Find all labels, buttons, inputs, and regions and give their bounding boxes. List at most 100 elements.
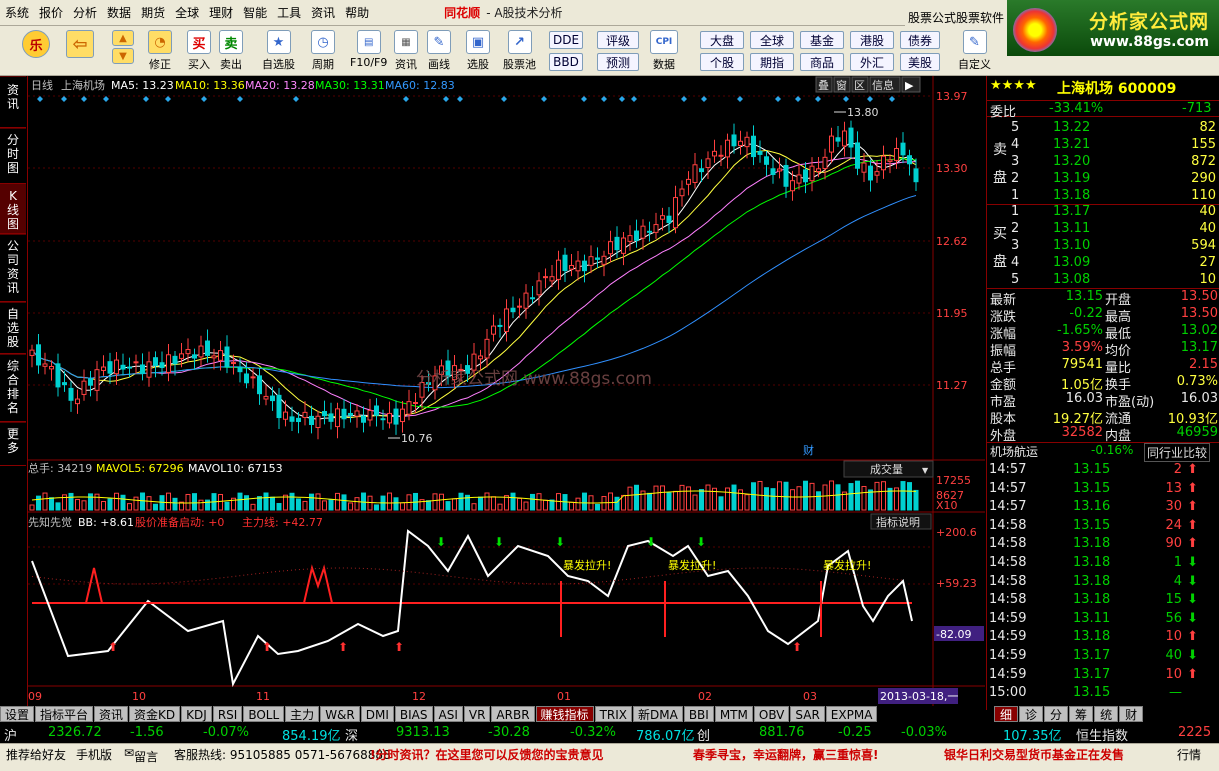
menu-item[interactable]: 理财 bbox=[204, 4, 238, 21]
indicator-tab[interactable]: W&R bbox=[320, 706, 360, 722]
custom-button[interactable]: ✎ 自定义 bbox=[958, 30, 991, 72]
indicator-tab[interactable]: BOLL bbox=[243, 706, 285, 722]
us-stock-button[interactable]: 美股 bbox=[900, 53, 940, 71]
ad-label[interactable]: 股票公式股票软件 bbox=[904, 9, 1007, 27]
sell-order-row[interactable]: 5 13.22 82 bbox=[987, 120, 1219, 137]
indicator-tab[interactable]: 新DMA bbox=[633, 706, 683, 722]
stock-select-button[interactable]: ▣ 选股 bbox=[466, 30, 490, 72]
dde-button[interactable]: DDE bbox=[549, 31, 583, 49]
draw-button[interactable]: ✎ 画线 bbox=[427, 30, 451, 72]
buy-order-row[interactable]: 3 13.10 594 bbox=[987, 238, 1219, 255]
window-button[interactable]: 窗 bbox=[833, 76, 851, 93]
forecast-button[interactable]: 预测 bbox=[597, 53, 639, 71]
menu-item[interactable]: 系统 bbox=[0, 4, 34, 21]
message-link[interactable]: ✉ 留言 bbox=[124, 746, 158, 764]
recommend-link[interactable]: 推荐给好友 bbox=[6, 746, 66, 763]
period-button[interactable]: ◷ 周期 bbox=[311, 30, 335, 72]
bbd-button[interactable]: BBD bbox=[549, 53, 583, 71]
sell-order-row[interactable]: 4 13.21 155 bbox=[987, 137, 1219, 154]
indicator-tab[interactable]: 资金KD bbox=[129, 706, 181, 722]
left-tab-timeshare[interactable]: 分时图 bbox=[0, 128, 26, 184]
indicator-tab[interactable]: 设置 bbox=[0, 706, 35, 722]
correct-button[interactable]: ◔ 修正 bbox=[148, 30, 172, 72]
indicator-tab[interactable]: 主力 bbox=[285, 706, 320, 722]
left-tab-company-news[interactable]: 公司资讯 bbox=[0, 234, 26, 302]
menu-item[interactable]: 帮助 bbox=[340, 4, 374, 21]
indicator-tab[interactable]: OBV bbox=[753, 706, 790, 722]
news-button[interactable]: ▦ 资讯 bbox=[394, 30, 418, 72]
indicator-tab[interactable]: VR bbox=[463, 706, 491, 722]
watchlist-button[interactable]: ★ 自选股 bbox=[262, 30, 295, 72]
indicator-tab[interactable]: 指标平台 bbox=[35, 706, 94, 722]
industry-compare-button[interactable]: 同行业比较 bbox=[1144, 443, 1211, 462]
sell-order-row[interactable]: 1 13.18 110 bbox=[987, 188, 1219, 205]
indicator-explain-button[interactable]: 指标说明 bbox=[870, 513, 932, 530]
left-tab-news[interactable]: 资讯 bbox=[0, 76, 26, 128]
buy-order-row[interactable]: 2 13.11 40 bbox=[987, 221, 1219, 238]
indicator-tab[interactable]: SAR bbox=[790, 706, 825, 722]
buy-order-row[interactable]: 1 13.17 40 bbox=[987, 204, 1219, 221]
menu-item[interactable]: 报价 bbox=[34, 4, 68, 21]
volume-selector[interactable]: 成交量 ▼ bbox=[843, 460, 934, 478]
rating-button[interactable]: 评级 bbox=[597, 31, 639, 49]
indicator-tab[interactable]: KDJ bbox=[181, 706, 212, 722]
hk-stock-button[interactable]: 港股 bbox=[850, 31, 894, 49]
right-tab[interactable]: 诊 bbox=[1019, 706, 1044, 722]
right-tab[interactable]: 筹 bbox=[1069, 706, 1094, 722]
page-up-button[interactable]: ▲ ▼ bbox=[112, 30, 134, 66]
indicator-tab[interactable]: 赚钱指标 bbox=[535, 706, 594, 722]
stock-pool-button[interactable]: ↗ 股票池 bbox=[503, 30, 536, 72]
buy-button[interactable]: 买买入 bbox=[187, 30, 211, 72]
market-button[interactable]: 大盘 bbox=[700, 31, 744, 49]
indicator-tab[interactable]: 资讯 bbox=[94, 706, 129, 722]
menu-item[interactable]: 分析 bbox=[68, 4, 102, 21]
right-tab[interactable]: 财 bbox=[1119, 706, 1144, 722]
sell-order-row[interactable]: 3 13.20 872 bbox=[987, 154, 1219, 171]
left-tab-more[interactable]: 更多 bbox=[0, 422, 26, 466]
futures-index-button[interactable]: 期指 bbox=[750, 53, 794, 71]
data-button[interactable]: CPI 数据 bbox=[650, 30, 678, 72]
forex-button[interactable]: 外汇 bbox=[850, 53, 894, 71]
indicator-tab[interactable]: RSI bbox=[212, 706, 243, 722]
menu-item[interactable]: 资讯 bbox=[306, 4, 340, 21]
menu-item[interactable]: 工具 bbox=[272, 4, 306, 21]
indicator-tab[interactable]: EXPMA bbox=[825, 706, 878, 722]
indicator-tab[interactable]: BBI bbox=[683, 706, 714, 722]
indicator-tab[interactable]: ARBR bbox=[491, 706, 535, 722]
indicator-tab[interactable]: TRIX bbox=[594, 706, 632, 722]
left-tab-ranking[interactable]: 综合排名 bbox=[0, 354, 26, 422]
sell-button[interactable]: 卖卖出 bbox=[219, 30, 243, 72]
indicator-tab[interactable]: MTM bbox=[714, 706, 753, 722]
bond-button[interactable]: 债券 bbox=[900, 31, 940, 49]
news-ticker[interactable]: !分时资讯？在这里您可以反馈您的宝贵意见 bbox=[370, 746, 603, 763]
menu-item[interactable]: 全球 bbox=[170, 4, 204, 21]
buy-order-row[interactable]: 4 13.09 27 bbox=[987, 255, 1219, 272]
indicator-tab[interactable]: BIAS bbox=[394, 706, 433, 722]
home-button[interactable]: 乐 bbox=[22, 30, 50, 60]
left-tab-watchlist[interactable]: 自选股 bbox=[0, 302, 26, 354]
left-tab-kline[interactable]: K线图 bbox=[0, 184, 26, 234]
f10-button[interactable]: ▤ F10/F9 bbox=[350, 30, 387, 69]
buy-order-row[interactable]: 5 13.08 10 bbox=[987, 272, 1219, 289]
overlay-button[interactable]: 叠 bbox=[815, 76, 833, 93]
kline-chart[interactable]: 日线 上海机场 MA5: 13.23 MA10: 13.36 MA20: 13.… bbox=[28, 76, 985, 710]
global-button[interactable]: 全球 bbox=[750, 31, 794, 49]
panel-arrow-button[interactable]: ▶ bbox=[901, 76, 921, 93]
info-button[interactable]: 信息 bbox=[869, 76, 901, 93]
right-tab[interactable]: 统 bbox=[1094, 706, 1119, 722]
fund-ticker[interactable]: 银华日利交易型货币基金正在发售 bbox=[944, 746, 1124, 763]
back-button[interactable]: ⇦ bbox=[66, 30, 94, 60]
fund-button[interactable]: 基金 bbox=[800, 31, 844, 49]
mobile-link[interactable]: 手机版 bbox=[76, 746, 112, 763]
promo-ticker[interactable]: 春季寻宝，幸运翻牌，赢三重惊喜! bbox=[693, 746, 878, 763]
menu-item[interactable]: 数据 bbox=[102, 4, 136, 21]
sell-order-row[interactable]: 2 13.19 290 bbox=[987, 171, 1219, 188]
range-button[interactable]: 区 bbox=[851, 76, 869, 93]
menu-item[interactable]: 期货 bbox=[136, 4, 170, 21]
right-tab[interactable]: 细 bbox=[994, 706, 1019, 722]
stock-button[interactable]: 个股 bbox=[700, 53, 744, 71]
indicator-tab[interactable]: ASI bbox=[433, 706, 463, 722]
right-tab[interactable]: 分 bbox=[1044, 706, 1069, 722]
menu-item[interactable]: 智能 bbox=[238, 4, 272, 21]
commodity-button[interactable]: 商品 bbox=[800, 53, 844, 71]
